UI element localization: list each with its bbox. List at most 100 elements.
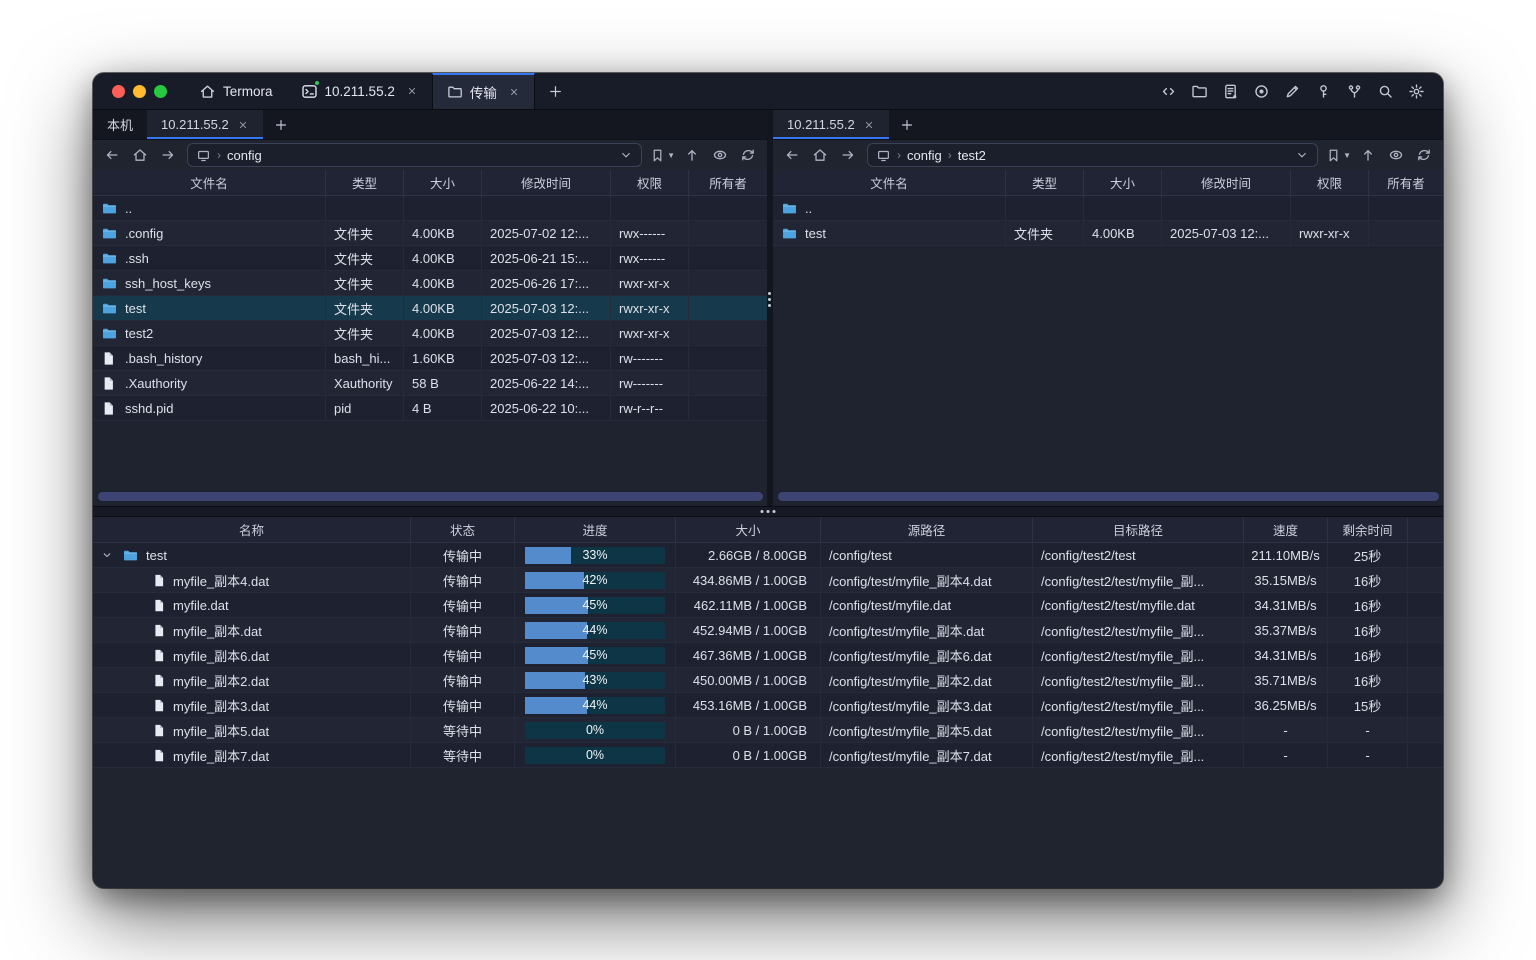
bookmark-button[interactable]: ▼ [1324, 148, 1353, 163]
transfer-row[interactable]: myfile_副本3.dat 传输中 44% 453.16MB / 1.00GB… [93, 693, 1443, 718]
folder-icon[interactable] [1187, 79, 1211, 103]
close-tab-icon[interactable] [863, 119, 875, 131]
expand-chevron-icon[interactable] [101, 549, 115, 561]
column-header-mtime[interactable]: 修改时间 [482, 170, 611, 195]
bookmark-button[interactable]: ▼ [648, 148, 677, 163]
file-icon [152, 698, 166, 713]
column-header-type[interactable]: 类型 [326, 170, 404, 195]
file-icon [152, 723, 166, 738]
transfer-row[interactable]: myfile_副本.dat 传输中 44% 452.94MB / 1.00GB … [93, 618, 1443, 643]
forward-button[interactable] [155, 143, 181, 167]
column-header-owner[interactable]: 所有者 [1369, 170, 1443, 195]
new-tab-button[interactable] [535, 73, 576, 109]
transfer-header: 名称 状态 进度 大小 源路径 目标路径 速度 剩余时间 [93, 517, 1443, 543]
code-icon[interactable] [1156, 79, 1180, 103]
file-row[interactable]: .config 文件夹4.00KB2025-07-02 12:...rwx---… [93, 221, 767, 246]
column-header-owner[interactable]: 所有者 [689, 170, 767, 195]
breadcrumb-segment[interactable]: config [227, 148, 262, 163]
file-row[interactable]: sshd.pid pid4 B2025-06-22 10:...rw-r--r-… [93, 396, 767, 421]
file-icon [152, 648, 166, 663]
file-row-selected[interactable]: test 文件夹4.00KB2025-07-03 12:...rwxr-xr-x [93, 296, 767, 321]
column-header-source[interactable]: 源路径 [821, 517, 1033, 542]
breadcrumb-segment[interactable]: test2 [958, 148, 986, 163]
column-header-type[interactable]: 类型 [1006, 170, 1084, 195]
horizontal-scrollbar[interactable] [98, 492, 763, 501]
column-header-perm[interactable]: 权限 [1291, 170, 1369, 195]
tab-termora-home[interactable]: Termora [185, 73, 287, 109]
chevron-down-icon[interactable] [1295, 148, 1309, 162]
back-button[interactable] [99, 143, 125, 167]
maximize-window-button[interactable] [154, 85, 167, 98]
column-header-perm[interactable]: 权限 [611, 170, 689, 195]
minimize-window-button[interactable] [133, 85, 146, 98]
column-header-mtime[interactable]: 修改时间 [1162, 170, 1291, 195]
log-icon[interactable] [1218, 79, 1242, 103]
new-pane-tab-button[interactable] [263, 110, 299, 139]
close-tab-icon[interactable] [237, 119, 249, 131]
folder-icon [101, 276, 118, 291]
transfer-row[interactable]: myfile_副本4.dat 传输中 42% 434.86MB / 1.00GB… [93, 568, 1443, 593]
column-header-name[interactable]: 文件名 [773, 170, 1006, 195]
file-row[interactable]: .ssh 文件夹4.00KB2025-06-21 15:...rwx------ [93, 246, 767, 271]
file-row[interactable]: .Xauthority Xauthority58 B2025-06-22 14:… [93, 371, 767, 396]
column-header-speed[interactable]: 速度 [1244, 517, 1328, 542]
window-toolbar [1156, 73, 1443, 109]
file-row[interactable]: ssh_host_keys 文件夹4.00KB2025-06-26 17:...… [93, 271, 767, 296]
column-header-progress[interactable]: 进度 [515, 517, 676, 542]
transfer-row[interactable]: myfile_副本2.dat 传输中 43% 450.00MB / 1.00GB… [93, 668, 1443, 693]
forward-button[interactable] [835, 143, 861, 167]
back-button[interactable] [779, 143, 805, 167]
progress-bar: 45% [525, 647, 665, 664]
new-pane-tab-button[interactable] [889, 110, 925, 139]
close-window-button[interactable] [112, 85, 125, 98]
transfer-row[interactable]: myfile_副本7.dat 等待中 0% 0 B / 1.00GB /conf… [93, 743, 1443, 768]
column-header-status[interactable]: 状态 [411, 517, 515, 542]
file-row[interactable]: .bash_history bash_hi...1.60KB2025-07-03… [93, 346, 767, 371]
search-icon[interactable] [1373, 79, 1397, 103]
file-row[interactable]: test 文件夹4.00KB2025-07-03 12:...rwxr-xr-x [773, 221, 1443, 246]
transfer-row[interactable]: myfile.dat 传输中 45% 462.11MB / 1.00GB /co… [93, 593, 1443, 618]
refresh-button[interactable] [735, 143, 761, 167]
chevron-down-icon[interactable] [619, 148, 633, 162]
parent-directory-button[interactable] [679, 143, 705, 167]
tab-remote-session[interactable]: 10.211.55.2 [773, 110, 889, 139]
column-header-eta[interactable]: 剩余时间 [1328, 517, 1408, 542]
transfer-row[interactable]: test 传输中 33% 2.66GB / 8.00GB /config/tes… [93, 543, 1443, 568]
file-row[interactable]: test2 文件夹4.00KB2025-07-03 12:...rwxr-xr-… [93, 321, 767, 346]
tab-session[interactable]: 10.211.55.2 [287, 73, 432, 109]
key-icon[interactable] [1311, 79, 1335, 103]
column-header-name[interactable]: 名称 [93, 517, 411, 542]
home-button[interactable] [807, 143, 833, 167]
breadcrumb-separator: › [217, 148, 221, 162]
transfer-row[interactable]: myfile_副本5.dat 等待中 0% 0 B / 1.00GB /conf… [93, 718, 1443, 743]
horizontal-scrollbar[interactable] [778, 492, 1439, 501]
column-header-size[interactable]: 大小 [1084, 170, 1162, 195]
show-hidden-button[interactable] [707, 143, 733, 167]
horizontal-splitter[interactable] [93, 506, 1443, 517]
column-header-target[interactable]: 目标路径 [1033, 517, 1244, 542]
file-row[interactable]: .. [93, 196, 767, 221]
tab-local[interactable]: 本机 [93, 110, 147, 139]
tab-remote-session[interactable]: 10.211.55.2 [147, 110, 263, 139]
file-row[interactable]: .. [773, 196, 1443, 221]
close-tab-icon[interactable] [406, 85, 418, 97]
close-tab-icon[interactable] [508, 86, 520, 98]
folder-icon [122, 548, 139, 563]
path-breadcrumb[interactable]: › config [187, 143, 642, 167]
breadcrumb-segment[interactable]: config [907, 148, 942, 163]
record-icon[interactable] [1249, 79, 1273, 103]
home-button[interactable] [127, 143, 153, 167]
edit-icon[interactable] [1280, 79, 1304, 103]
show-hidden-button[interactable] [1383, 143, 1409, 167]
transfer-row[interactable]: myfile_副本6.dat 传输中 45% 467.36MB / 1.00GB… [93, 643, 1443, 668]
path-breadcrumb[interactable]: › config › test2 [867, 143, 1318, 167]
column-header-name[interactable]: 文件名 [93, 170, 326, 195]
tab-transfer[interactable]: 传输 [432, 73, 535, 109]
column-header-size[interactable]: 大小 [676, 517, 821, 542]
parent-directory-button[interactable] [1355, 143, 1381, 167]
refresh-button[interactable] [1411, 143, 1437, 167]
splitter-grip-icon [761, 510, 776, 513]
settings-gear-icon[interactable] [1404, 79, 1428, 103]
column-header-size[interactable]: 大小 [404, 170, 482, 195]
branch-icon[interactable] [1342, 79, 1366, 103]
